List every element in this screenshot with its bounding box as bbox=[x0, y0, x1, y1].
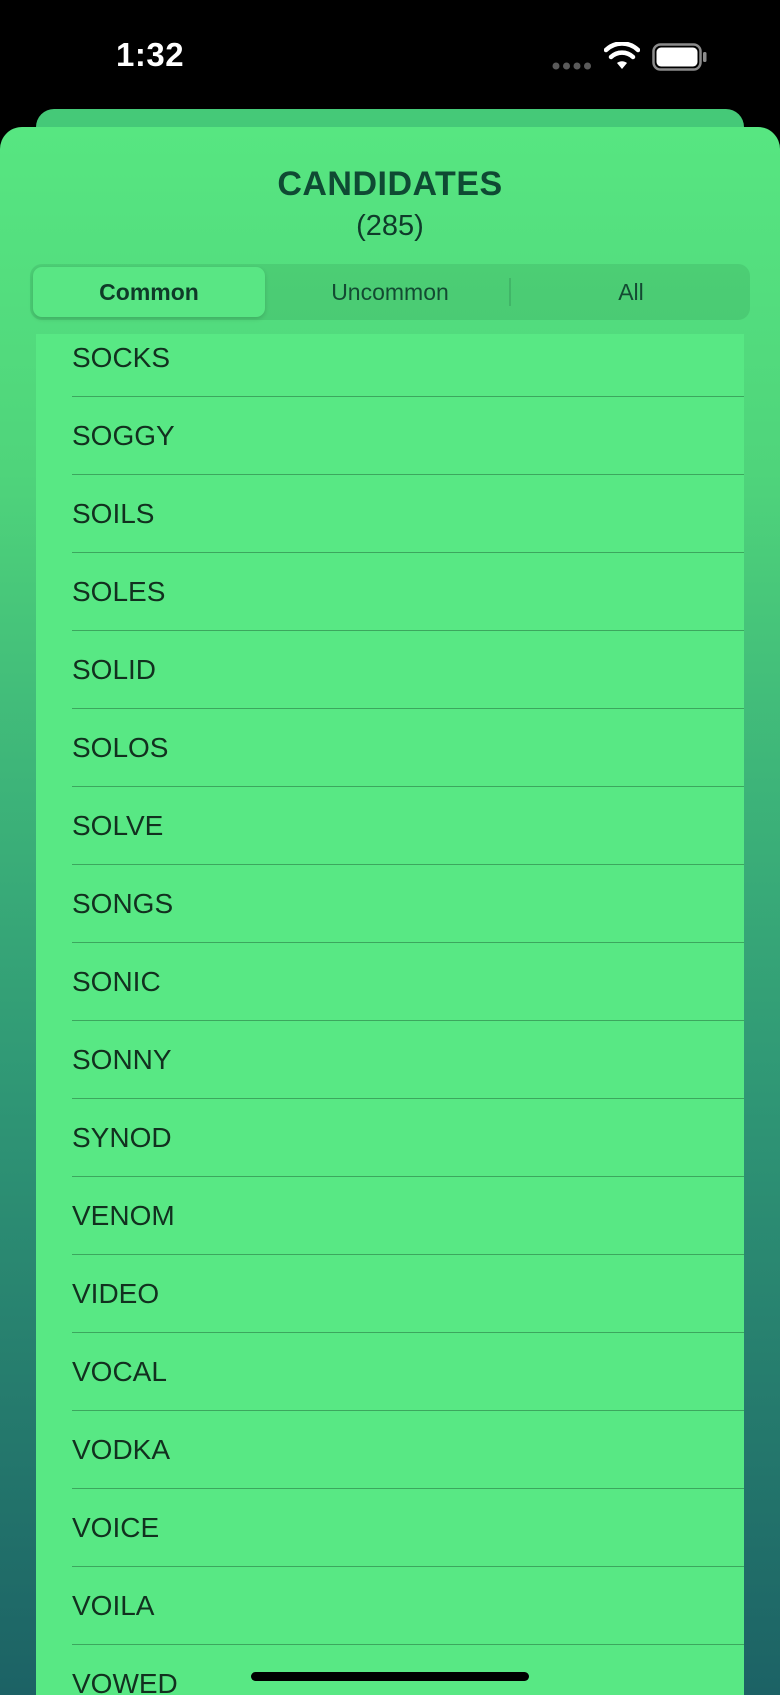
list-item[interactable]: VIDEO bbox=[36, 1255, 744, 1333]
list-item[interactable]: SOLES bbox=[36, 553, 744, 631]
list-item[interactable]: SONNY bbox=[36, 1021, 744, 1099]
list-item[interactable]: SONIC bbox=[36, 943, 744, 1021]
list-item[interactable]: SOCKS bbox=[36, 334, 744, 397]
tab-all[interactable]: All bbox=[515, 267, 747, 317]
list-item[interactable]: VOCAL bbox=[36, 1333, 744, 1411]
home-indicator[interactable] bbox=[251, 1672, 529, 1681]
candidate-word: SOLES bbox=[72, 576, 166, 607]
list-item[interactable]: SONGS bbox=[36, 865, 744, 943]
candidate-word: VOCAL bbox=[72, 1356, 167, 1387]
candidate-count: (285) bbox=[356, 210, 424, 242]
candidate-word: SOLVE bbox=[72, 810, 164, 841]
candidate-word: VODKA bbox=[72, 1434, 171, 1465]
cellular-signal-icon bbox=[552, 62, 591, 70]
candidate-word: SOGGY bbox=[72, 420, 175, 451]
candidate-word: SOLOS bbox=[72, 732, 169, 763]
list-item[interactable]: VOILA bbox=[36, 1567, 744, 1645]
list-item[interactable]: SOLVE bbox=[36, 787, 744, 865]
list-item[interactable]: VODKA bbox=[36, 1411, 744, 1489]
list-item[interactable]: SYNOD bbox=[36, 1099, 744, 1177]
candidates-sheet: CANDIDATES (285) Common Uncommon All SOC… bbox=[0, 127, 780, 1695]
candidate-word: VOWED bbox=[72, 1668, 178, 1695]
segment-divider bbox=[509, 278, 511, 306]
list-item[interactable]: VOWED bbox=[36, 1645, 744, 1695]
list-item[interactable]: VOICE bbox=[36, 1489, 744, 1567]
battery-icon bbox=[652, 43, 707, 71]
wifi-icon bbox=[604, 42, 640, 69]
list-item[interactable]: VENOM bbox=[36, 1177, 744, 1255]
candidate-word: SONIC bbox=[72, 966, 161, 997]
list-item[interactable]: SOLOS bbox=[36, 709, 744, 787]
candidates-list[interactable]: SOCKS SOGGY SOILS SOLES SOLID SOLOS SOLV… bbox=[36, 334, 744, 1695]
candidate-word: SYNOD bbox=[72, 1122, 172, 1153]
tab-common[interactable]: Common bbox=[33, 267, 265, 317]
list-item[interactable]: SOGGY bbox=[36, 397, 744, 475]
candidate-word: SOCKS bbox=[72, 342, 171, 373]
status-bar: 1:32 bbox=[0, 0, 780, 110]
list-item[interactable]: SOLID bbox=[36, 631, 744, 709]
candidate-word: SONGS bbox=[72, 888, 174, 919]
candidate-word: SOILS bbox=[72, 498, 155, 529]
status-time: 1:32 bbox=[116, 36, 185, 73]
list-item[interactable]: SOILS bbox=[36, 475, 744, 553]
candidate-word: VOICE bbox=[72, 1512, 160, 1543]
frequency-segmented-control: Common Uncommon All bbox=[30, 264, 750, 320]
candidate-word: VENOM bbox=[72, 1200, 175, 1231]
sheet-title: CANDIDATES bbox=[277, 165, 503, 203]
candidate-word: VOILA bbox=[72, 1590, 155, 1621]
candidate-word: SONNY bbox=[72, 1044, 172, 1075]
candidate-word: SOLID bbox=[72, 654, 157, 685]
tab-uncommon[interactable]: Uncommon bbox=[274, 267, 506, 317]
candidate-word: VIDEO bbox=[72, 1278, 160, 1309]
